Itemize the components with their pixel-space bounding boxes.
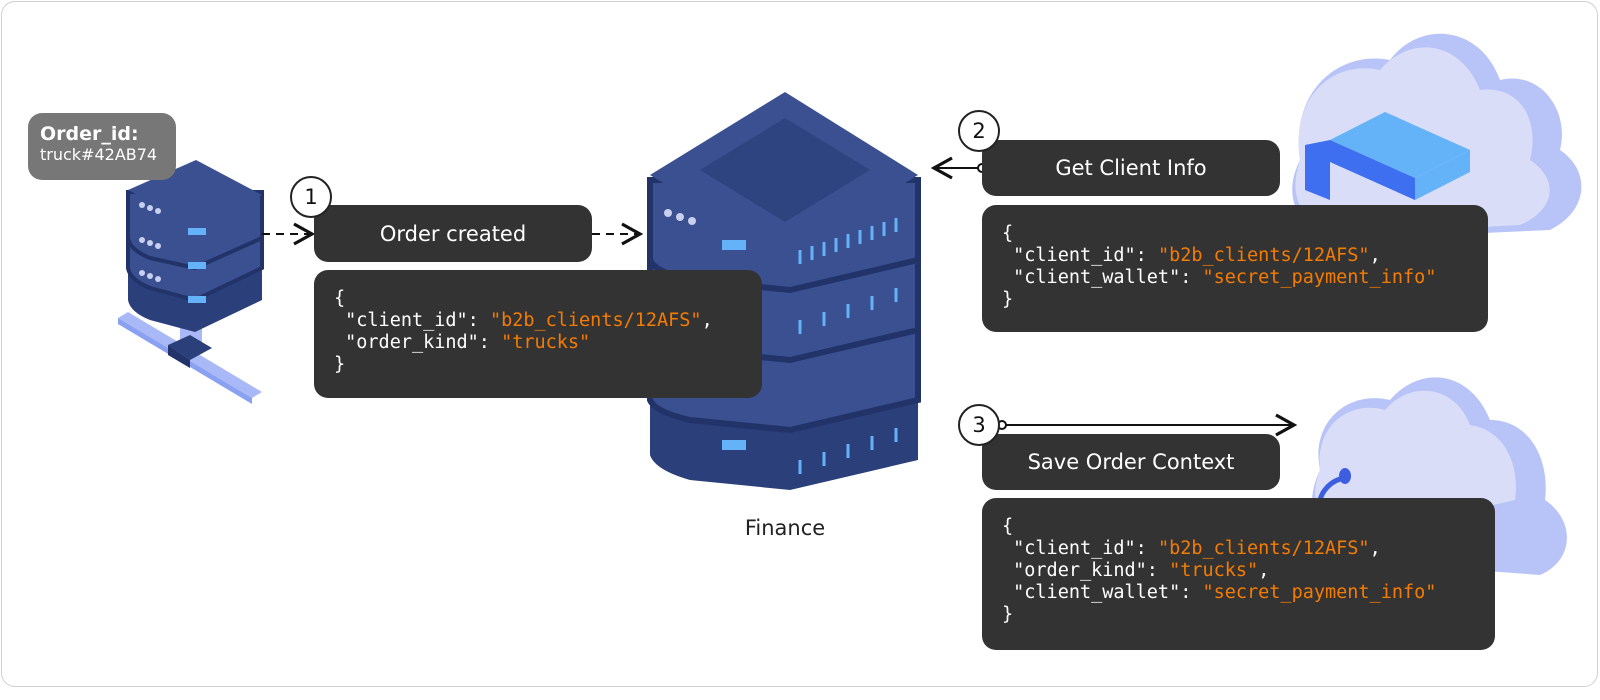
code-text: "client_id": [334, 310, 490, 331]
code-line: { [334, 288, 742, 310]
code-string-value: "b2b_clients/12AFS" [1157, 245, 1370, 266]
code-text: , [1258, 560, 1270, 581]
code-string-value: "trucks" [501, 332, 591, 353]
code-text: "order_kind": [1002, 560, 1170, 581]
step-1-payload: { "client_id": "b2b_clients/12AFS", "ord… [314, 270, 762, 398]
code-text: { [1002, 516, 1014, 537]
code-line: "order_kind": "trucks" [334, 332, 742, 354]
code-text: "client_id": [1002, 538, 1158, 559]
step-3-number: 3 [958, 404, 1000, 446]
step-2-payload: { "client_id": "b2b_clients/12AFS", "cli… [982, 205, 1488, 332]
order-id-title: Order_id: [40, 123, 139, 145]
finance-label: Finance [744, 516, 826, 540]
code-line: { [1002, 516, 1475, 538]
step-3-label: Save Order Context [982, 434, 1280, 490]
order-id-value: truck#42AB74 [40, 145, 158, 164]
code-line: { [1002, 223, 1468, 245]
code-string-value: "b2b_clients/12AFS" [489, 310, 702, 331]
order-id-badge: Order_id: truck#42AB74 [28, 113, 176, 180]
code-line: } [1002, 289, 1468, 311]
code-string-value: "trucks" [1169, 560, 1259, 581]
code-line: } [334, 354, 742, 376]
code-text: , [1369, 245, 1381, 266]
code-text: "client_id": [1002, 245, 1158, 266]
step-2-number: 2 [958, 110, 1000, 152]
code-text: } [1002, 289, 1014, 310]
code-string-value: "secret_payment_info" [1202, 582, 1437, 603]
code-text: "order_kind": [334, 332, 502, 353]
code-line: "client_id": "b2b_clients/12AFS", [1002, 245, 1468, 267]
code-line: "client_wallet": "secret_payment_info" [1002, 267, 1468, 289]
code-line: "client_wallet": "secret_payment_info" [1002, 582, 1475, 604]
code-line: "client_id": "b2b_clients/12AFS", [334, 310, 742, 332]
step-3-payload: { "client_id": "b2b_clients/12AFS", "ord… [982, 498, 1495, 650]
code-text: , [701, 310, 713, 331]
step-2-label: Get Client Info [982, 140, 1280, 196]
code-line: } [1002, 604, 1475, 626]
code-text: , [1369, 538, 1381, 559]
code-line: "order_kind": "trucks", [1002, 560, 1475, 582]
code-text: "client_wallet": [1002, 582, 1203, 603]
code-string-value: "secret_payment_info" [1202, 267, 1437, 288]
code-text: { [334, 288, 346, 309]
code-text: "client_wallet": [1002, 267, 1203, 288]
source-server-icon [118, 160, 264, 404]
code-string-value: "b2b_clients/12AFS" [1157, 538, 1370, 559]
step-1-label: Order created [314, 205, 592, 262]
code-text: } [1002, 604, 1014, 625]
code-text: } [334, 354, 346, 375]
code-line: "client_id": "b2b_clients/12AFS", [1002, 538, 1475, 560]
code-text: { [1002, 223, 1014, 244]
step-1-number: 1 [290, 176, 332, 218]
